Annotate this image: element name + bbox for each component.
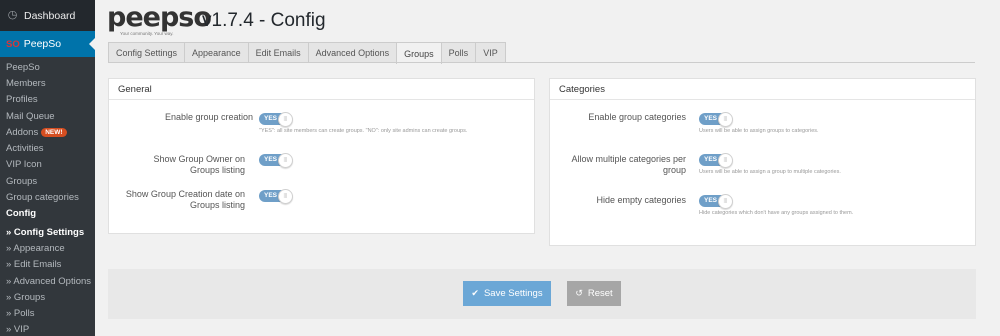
tab-config-settings[interactable]: Config Settings — [108, 42, 186, 63]
sidebar-item-label: Addons — [6, 126, 39, 138]
sidebar-item-profiles[interactable]: Profiles — [0, 92, 95, 108]
sidebar-item-label: » Appearance — [6, 242, 65, 254]
sidebar-item-peepso[interactable]: SO PeepSo — [0, 31, 95, 57]
sidebar-item-label: Profiles — [6, 94, 38, 106]
undo-icon: ↺ — [575, 288, 583, 298]
sidebar-item-label: » Polls — [6, 308, 35, 320]
toggle-knob-icon: ||| — [278, 152, 293, 168]
save-settings-label: Save Settings — [483, 288, 543, 299]
sidebar-item-group-categories[interactable]: Group categories — [0, 189, 95, 205]
hide-empty-categories-label: Hide empty categories — [596, 195, 686, 205]
sidebar-item-label: » VIP — [6, 324, 30, 336]
save-settings-button[interactable]: ✔ Save Settings — [463, 281, 551, 306]
reset-button[interactable]: ↺ Reset — [567, 281, 621, 306]
sidebar-subitem-appearance[interactable]: » Appearance — [0, 240, 95, 256]
sidebar-item-vip-icon[interactable]: VIP Icon — [0, 157, 95, 173]
panel-title: Categories — [550, 79, 975, 100]
sidebar-item-label: PeepSo — [6, 61, 40, 73]
sidebar-subitem-polls[interactable]: » Polls — [0, 305, 95, 321]
brand-name: peepso — [107, 2, 212, 33]
sidebar-item-label: PeepSo — [23, 38, 62, 50]
enable-group-creation-help: "YES": all site members can create group… — [259, 128, 468, 134]
toggle-state: YES — [264, 191, 278, 199]
sidebar-subitem-advanced-options[interactable]: » Advanced Options — [0, 273, 95, 289]
toggle-knob-icon: ||| — [718, 111, 733, 127]
sidebar-item-config[interactable]: Config — [0, 206, 95, 222]
sidebar-item-label: Group categories — [6, 192, 79, 204]
allow-multiple-categories-help: Users will be able to assign a group to … — [699, 169, 841, 175]
toggle-knob-icon: ||| — [718, 152, 733, 168]
show-group-owner-label: Show Group Owner on Groups listing — [153, 154, 245, 175]
sidebar-item-label: » Advanced Options — [6, 275, 92, 287]
peepso-logo-icon: SO — [6, 38, 20, 50]
new-badge: NEW! — [41, 127, 67, 137]
sidebar-item-label: Groups — [6, 175, 38, 187]
sidebar-item-addons[interactable]: Addons NEW! — [0, 124, 95, 140]
tab-edit-emails[interactable]: Edit Emails — [247, 42, 309, 63]
show-group-creation-date-toggle[interactable]: YES ||| — [259, 188, 293, 204]
tab-appearance[interactable]: Appearance — [184, 42, 249, 63]
sidebar-subitem-edit-emails[interactable]: » Edit Emails — [0, 257, 95, 273]
sidebar-item-label: Dashboard — [24, 9, 76, 22]
enable-group-categories-toggle[interactable]: YES ||| — [699, 111, 733, 127]
checkmark-icon: ✔ — [471, 288, 479, 298]
toggle-state: YES — [704, 155, 718, 163]
sidebar-subitem-vip[interactable]: » VIP — [0, 322, 95, 336]
panel-title: General — [109, 79, 534, 100]
sidebar-submenu: PeepSo Members Profiles Mail Queue Addon… — [0, 57, 95, 336]
tab-advanced-options[interactable]: Advanced Options — [307, 42, 398, 63]
general-panel: General Enable group creation YES ||| "Y… — [108, 78, 535, 234]
allow-multiple-categories-toggle[interactable]: YES ||| — [699, 152, 733, 168]
hide-empty-categories-help: Hide categories which don't have any gro… — [699, 210, 854, 216]
toggle-state: YES — [264, 114, 278, 122]
page-title: v1.7.4 - Config — [202, 10, 326, 31]
enable-group-creation-label: Enable group creation — [164, 112, 253, 122]
toggle-state: YES — [264, 155, 278, 163]
sidebar-item-members[interactable]: Members — [0, 75, 95, 91]
enable-group-categories-help: Users will be able to assign groups to c… — [699, 128, 819, 134]
show-group-creation-date-label: Show Group Creation date on Groups listi… — [125, 189, 245, 210]
allow-multiple-categories-label: Allow multiple categories per group — [571, 154, 686, 175]
admin-sidebar: ◷ Dashboard SO PeepSo PeepSo Members Pro… — [0, 0, 95, 336]
hide-empty-categories-toggle[interactable]: YES ||| — [699, 193, 733, 209]
show-group-owner-toggle[interactable]: YES ||| — [259, 152, 293, 168]
config-tabs: Config Settings Appearance Edit Emails A… — [108, 42, 506, 64]
enable-group-categories-label: Enable group categories — [588, 112, 686, 122]
sidebar-item-label: Mail Queue — [6, 110, 55, 122]
categories-panel: Categories Enable group categories YES |… — [549, 78, 976, 246]
sidebar-item-label: Members — [6, 77, 46, 89]
gauge-icon: ◷ — [7, 9, 18, 21]
enable-group-creation-toggle[interactable]: YES ||| — [259, 111, 293, 127]
sidebar-item-dashboard[interactable]: ◷ Dashboard — [0, 0, 95, 31]
sidebar-item-mail-queue[interactable]: Mail Queue — [0, 108, 95, 124]
tabs-divider — [108, 62, 975, 63]
toggle-knob-icon: ||| — [278, 188, 293, 204]
sidebar-item-label: Activities — [6, 143, 44, 155]
toggle-knob-icon: ||| — [718, 193, 733, 209]
sidebar-item-label: » Edit Emails — [6, 259, 62, 271]
sidebar-item-groups[interactable]: Groups — [0, 173, 95, 189]
tab-groups[interactable]: Groups — [396, 42, 442, 64]
sidebar-item-peepso-home[interactable]: PeepSo — [0, 59, 95, 75]
sidebar-item-label: » Groups — [6, 291, 46, 303]
tab-polls[interactable]: Polls — [440, 42, 477, 63]
reset-label: Reset — [587, 288, 613, 299]
peepso-brand-logo: peepso Your community. Your way. — [107, 2, 212, 37]
toggle-state: YES — [704, 114, 718, 122]
sidebar-item-activities[interactable]: Activities — [0, 140, 95, 156]
current-menu-arrow — [89, 38, 95, 50]
sidebar-subitem-config-settings[interactable]: » Config Settings — [0, 224, 95, 240]
toggle-state: YES — [704, 196, 718, 204]
sidebar-item-label: Config — [6, 208, 37, 220]
sidebar-item-label: » Config Settings — [6, 226, 85, 238]
tab-vip[interactable]: VIP — [475, 42, 506, 63]
toggle-knob-icon: ||| — [278, 111, 293, 127]
sidebar-item-label: VIP Icon — [6, 159, 42, 171]
sidebar-subitem-groups[interactable]: » Groups — [0, 289, 95, 305]
